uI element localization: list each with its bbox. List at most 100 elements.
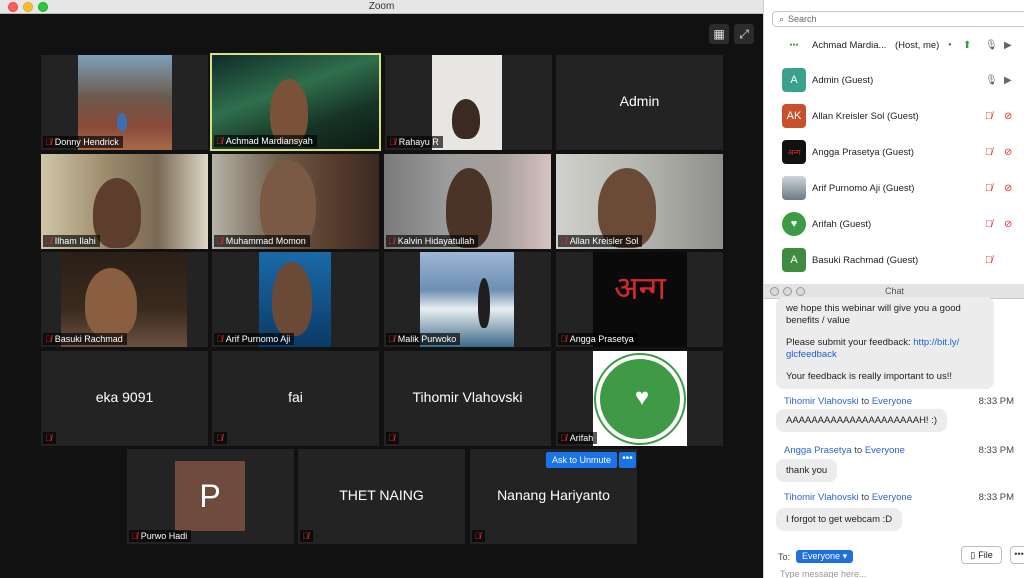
video-off-icon[interactable]: ⊘ — [1004, 183, 1012, 194]
video-tile-allan[interactable]: 🎙̸ Allan Kreisler Sol — [556, 154, 723, 249]
chat-message-header: Angga Prasetya to Everyone — [784, 445, 905, 456]
mic-icon[interactable]: 🎙 — [985, 75, 998, 86]
mic-icon[interactable]: 🎙 — [985, 40, 998, 51]
chat-message-bubble: I forgot to get webcam :D — [776, 508, 903, 531]
video-off-icon[interactable]: ⊘ — [1004, 219, 1012, 230]
video-tile-kalvin[interactable]: 🎙̸ Kalvin Hidayatullah — [384, 154, 551, 249]
video-tile-fai[interactable]: fai 🎙̸ — [212, 351, 379, 446]
fullscreen-icon[interactable]: ⤢ — [734, 24, 754, 44]
participant-row[interactable]: अन्ग Angga Prasetya (Guest) 🎙̸ ⊘ — [764, 134, 1024, 170]
chat-message-bubble: we hope this webinar will give you a goo… — [776, 297, 994, 389]
participant-row[interactable]: A Admin (Guest) 🎙 ▶ — [764, 62, 1024, 98]
muted-mic-icon[interactable]: 🎙̸ — [985, 111, 993, 122]
close-chat-button[interactable] — [770, 287, 779, 296]
chat-message-bubble: thank you — [776, 459, 838, 482]
feedback-link[interactable]: http://bit.ly/ — [913, 337, 959, 348]
file-icon: ▯ — [970, 549, 976, 560]
participant-row[interactable]: ♥ Arifah (Guest) 🎙̸ ⊘ — [764, 206, 1024, 242]
expand-chat-button[interactable] — [796, 287, 805, 296]
name-tag: 🎙̸ Angga Prasetya — [558, 333, 638, 345]
video-camera-icon[interactable]: ▶ — [1004, 75, 1012, 86]
participant-row[interactable]: Arif Purnomo Aji (Guest) 🎙̸ ⊘ — [764, 170, 1024, 206]
zoom-window: Zoom ▦ ⤢ 🎙̸ Donny Hendrick 🎙̸ Achmad Mardi… — [0, 0, 763, 578]
video-tile-tihomir[interactable]: Tihomir Vlahovski 🎙̸ — [384, 351, 551, 446]
muted-mic-icon: 🎙̸ — [45, 236, 52, 246]
message-time: 8:33 PM — [978, 445, 1014, 456]
video-tile-thet[interactable]: THET NAING 🎙̸ — [298, 449, 465, 544]
name-tag: 🎙̸ — [43, 432, 56, 444]
name-tag: 🎙̸ Achmad Mardiansyah — [214, 135, 317, 147]
search-icon: ⌕ — [779, 13, 785, 24]
title-bar: Zoom — [0, 0, 763, 14]
participants-panel: ⌕ Search ●●● Achmad Mardia... (Host, me)… — [763, 0, 1024, 284]
name-tag: 🎙̸ Malik Purwoko — [386, 333, 461, 345]
chat-message-header: Tihomir Vlahovski to Everyone — [784, 396, 912, 407]
angga-logo: अन्ग — [614, 269, 666, 307]
video-tile-malik[interactable]: 🎙̸ Malik Purwoko — [384, 252, 551, 347]
muted-mic-icon: 🎙̸ — [45, 334, 52, 344]
muted-mic-icon: 🎙̸ — [216, 334, 223, 344]
muted-mic-icon: 🎙̸ — [474, 531, 481, 541]
recipient-select[interactable]: Everyone ▾ — [796, 550, 854, 563]
chat-panel: Chat we hope this webinar will give you … — [763, 284, 1024, 578]
participant-row[interactable]: AK Allan Kreisler Sol (Guest) 🎙̸ ⊘ — [764, 98, 1024, 134]
muted-mic-icon[interactable]: 🎙̸ — [985, 147, 993, 158]
video-tile-achmad[interactable]: 🎙̸ Achmad Mardiansyah — [210, 53, 381, 151]
chevron-down-icon: ▾ — [842, 551, 848, 561]
video-tile-rahayu[interactable]: 🎙̸ Rahayu R — [385, 55, 552, 150]
name-tag: 🎙̸ — [214, 432, 227, 444]
name-tag: 🎙̸ — [386, 432, 399, 444]
video-tile-ilham[interactable]: 🎙̸ Ilham Ilahi — [41, 154, 208, 249]
muted-mic-icon: 🎙̸ — [45, 433, 52, 443]
minimize-chat-button[interactable] — [783, 287, 792, 296]
video-tile-eka[interactable]: eka 9091 🎙̸ — [41, 351, 208, 446]
video-camera-icon[interactable]: ▶ — [1004, 40, 1012, 51]
feedback-link[interactable]: glcfeedback — [786, 349, 984, 361]
video-tile-arif[interactable]: 🎙̸ Arif Purnomo Aji — [212, 252, 379, 347]
video-off-icon[interactable]: ⊘ — [1004, 147, 1012, 158]
name-tag: 🎙̸ Kalvin Hidayatullah — [386, 235, 479, 247]
name-tag: 🎙̸ Ilham Ilahi — [43, 235, 100, 247]
muted-mic-icon[interactable]: 🎙̸ — [985, 255, 993, 266]
video-tile-basuki[interactable]: 🎙̸ Basuki Rachmad — [41, 252, 208, 347]
avatar: ♥ — [782, 212, 806, 236]
avatar: अन्ग — [782, 140, 806, 164]
muted-mic-icon: 🎙̸ — [560, 433, 567, 443]
name-tag: 🎙̸ — [472, 530, 485, 542]
video-tile-admin[interactable]: Admin — [556, 55, 723, 150]
muted-mic-icon[interactable]: 🎙̸ — [985, 219, 993, 230]
video-tile-purwo[interactable]: P 🎙̸ Purwo Hadi — [127, 449, 294, 544]
muted-mic-icon[interactable]: 🎙̸ — [985, 183, 993, 194]
video-off-icon[interactable]: ⊘ — [1004, 111, 1012, 122]
message-time: 8:33 PM — [978, 492, 1014, 503]
window-title: Zoom — [368, 1, 395, 12]
chat-more-button[interactable]: ••• — [1010, 546, 1024, 564]
avatar: A — [782, 248, 806, 272]
search-input[interactable]: ⌕ Search — [772, 11, 1024, 27]
participant-row[interactable]: ●●● Achmad Mardia... (Host, me) ● ⬆ 🎙 ▶ — [764, 27, 1024, 63]
chat-message-input[interactable]: Type message here... — [780, 569, 867, 578]
name-tag: 🎙̸ Arifah — [558, 432, 598, 444]
chat-message-header: Tihomir Vlahovski to Everyone — [784, 492, 912, 503]
muted-mic-icon: 🎙̸ — [216, 136, 223, 146]
file-button[interactable]: ▯ File — [961, 546, 1002, 564]
video-tile-momon[interactable]: 🎙̸ Muhammad Momon — [212, 154, 379, 249]
muted-mic-icon: 🎙̸ — [302, 531, 309, 541]
video-tile-angga[interactable]: अन्ग 🎙̸ Angga Prasetya — [556, 252, 723, 347]
gallery-view: ▦ ⤢ 🎙̸ Donny Hendrick 🎙̸ Achmad Mardiansya… — [0, 14, 763, 578]
recipient-row: To: Everyone ▾ — [778, 550, 854, 563]
muted-mic-icon: 🎙̸ — [216, 236, 223, 246]
video-tile-donny[interactable]: 🎙̸ Donny Hendrick — [41, 55, 208, 150]
muted-mic-icon: 🎙̸ — [131, 531, 138, 541]
muted-mic-icon: 🎙̸ — [388, 433, 395, 443]
more-options-button[interactable]: ••• — [619, 452, 636, 468]
muted-mic-icon: 🎙̸ — [389, 137, 396, 147]
ask-to-unmute-button[interactable]: Ask to Unmute — [546, 452, 618, 468]
gallery-layout-icon[interactable]: ▦ — [709, 24, 729, 44]
muted-mic-icon: 🎙̸ — [45, 137, 52, 147]
video-tile-arifah[interactable]: ♥ 🎙̸ Arifah — [556, 351, 723, 446]
name-tag: 🎙̸ Purwo Hadi — [129, 530, 192, 542]
message-time: 8:33 PM — [978, 396, 1014, 407]
muted-mic-icon: 🎙̸ — [216, 433, 223, 443]
participant-row[interactable]: A Basuki Rachmad (Guest) 🎙̸ — [764, 242, 1024, 278]
